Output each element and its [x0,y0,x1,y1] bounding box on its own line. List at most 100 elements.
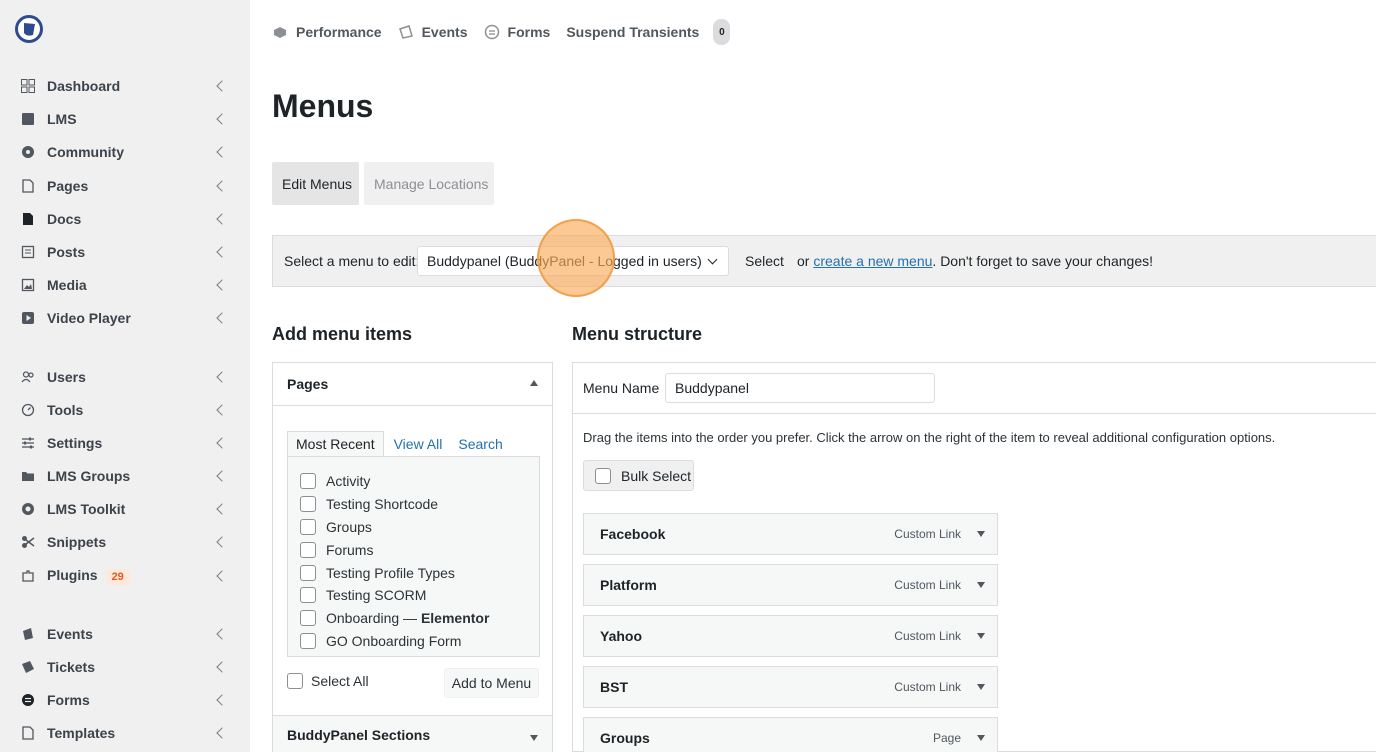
tab-most-recent[interactable]: Most Recent [287,431,384,456]
topbar-label: Suspend Transients [566,24,700,40]
chevron-left-icon [216,536,228,548]
sidebar-item-tools[interactable]: Tools [0,396,250,424]
community-icon [20,144,36,160]
sidebar-item-templates[interactable]: Templates [0,719,250,747]
pages-checklist[interactable]: Activity Testing Shortcode Groups Forums… [287,456,540,657]
sidebar-item-label: Snippets [47,534,107,550]
menu-item-type: Custom Link [894,578,961,592]
list-item[interactable] [288,652,539,656]
buddypanel-sections-panel[interactable]: BuddyPanel Sections [272,715,553,752]
tab-view-all[interactable]: View All [386,432,451,456]
checkbox[interactable] [300,518,316,535]
sidebar-item-dashboard[interactable]: Dashboard [0,72,250,100]
list-item[interactable]: GO Onboarding Form [288,630,539,653]
menu-item-row[interactable]: Yahoo Custom Link [583,615,998,657]
select-all-control[interactable]: Select All [287,673,369,689]
expand-arrow-icon[interactable] [977,735,985,741]
page-label: Groups [326,518,372,535]
list-item[interactable]: Onboarding — Elementor [288,607,539,630]
expand-arrow-icon[interactable] [977,633,985,639]
bulk-select-label: Bulk Select [621,467,692,484]
chevron-left-icon [216,312,228,324]
folder-icon [20,468,36,484]
chevron-left-icon [216,80,228,92]
video-icon [20,310,36,326]
menu-item-title: Facebook [600,526,666,542]
dashboard-icon [20,78,36,94]
topbar-label: Performance [296,24,382,40]
page-label: GO Onboarding Form [326,632,462,649]
sidebar-item-docs[interactable]: Docs [0,205,250,233]
tab-edit-menus[interactable]: Edit Menus [272,162,359,205]
sidebar-item-community[interactable]: Community [0,138,250,166]
tab-search[interactable]: Search [450,432,510,456]
sidebar-item-lms[interactable]: LMS [0,105,250,133]
chevron-left-icon [216,628,228,640]
menu-item-row[interactable]: BST Custom Link [583,666,998,708]
select-menu-label: Select a menu to edit: [284,253,420,269]
checkbox[interactable] [300,564,316,581]
sidebar-item-label: Pages [47,178,89,194]
sidebar-item-settings[interactable]: Settings [0,429,250,457]
sidebar-item-plugins[interactable]: Plugins 29 [0,562,250,590]
list-item[interactable]: Groups [288,516,539,539]
create-new-menu-link[interactable]: create a new menu [813,253,932,269]
list-item[interactable]: Testing SCORM [288,584,539,607]
add-to-menu-button[interactable]: Add to Menu [444,668,539,698]
topbar-forms[interactable]: Forms [484,24,550,40]
bulk-select-checkbox[interactable] [595,467,611,484]
sidebar-item-pages[interactable]: Pages [0,172,250,200]
menu-item-row[interactable]: Facebook Custom Link [583,513,998,555]
book-icon [20,111,36,127]
sidebar-item-events[interactable]: Events [0,620,250,648]
topbar-performance[interactable]: Performance [272,24,382,40]
sidebar-item-media[interactable]: Media [0,271,250,299]
select-button[interactable]: Select [735,253,794,269]
sidebar-item-lms-toolkit[interactable]: LMS Toolkit [0,495,250,523]
menu-name-input[interactable]: Buddypanel [665,373,935,403]
list-item[interactable]: Testing Profile Types [288,561,539,584]
expand-arrow-icon[interactable] [977,684,985,690]
sidebar-item-users[interactable]: Users [0,363,250,391]
sidebar-item-label: Events [47,626,93,642]
topbar-suspend-transients[interactable]: Suspend Transients [566,24,699,40]
sidebar-item-video-player[interactable]: Video Player [0,304,250,332]
checkbox[interactable] [300,632,316,649]
chevron-left-icon [216,146,228,158]
list-item[interactable]: Activity [288,470,539,493]
checkbox[interactable] [300,587,316,604]
topbar-label: Events [421,24,468,40]
list-item[interactable]: Forums [288,538,539,561]
select-all-checkbox[interactable] [287,673,303,689]
sidebar-item-posts[interactable]: Posts [0,238,250,266]
expand-arrow-icon[interactable] [977,531,985,537]
checkbox[interactable] [300,541,316,558]
expand-arrow-icon[interactable] [977,582,985,588]
checkbox[interactable] [300,610,316,627]
menu-item-row[interactable]: Groups Page [583,717,998,752]
sidebar-item-lms-groups[interactable]: LMS Groups [0,462,250,490]
menu-item-type: Custom Link [894,680,961,694]
chevron-left-icon [216,727,228,739]
events-icon [398,24,414,40]
sidebar-item-snippets[interactable]: Snippets [0,528,250,556]
checkbox[interactable] [300,655,316,656]
sidebar-item-tickets[interactable]: Tickets [0,653,250,681]
checkbox[interactable] [300,496,316,513]
menu-item-row[interactable]: Platform Custom Link [583,564,998,606]
sidebar-item-label: LMS Toolkit [47,501,126,517]
list-item[interactable]: Testing Shortcode [288,493,539,516]
snippets-icon [20,534,36,550]
pages-panel-header[interactable]: Pages [273,363,552,406]
sidebar-item-label: Dashboard [47,78,121,94]
tickets-icon [20,659,36,675]
collapse-arrow-icon [530,380,538,386]
sidebar-item-label: Tickets [47,659,95,675]
topbar-events[interactable]: Events [398,24,468,40]
site-logo-icon[interactable] [15,15,43,43]
sidebar-item-label: Plugins 29 [47,567,130,585]
checkbox[interactable] [300,473,316,490]
bulk-select-button[interactable]: Bulk Select [583,460,694,491]
sidebar-item-forms[interactable]: Forms [0,686,250,714]
tab-manage-locations[interactable]: Manage Locations [364,162,494,205]
